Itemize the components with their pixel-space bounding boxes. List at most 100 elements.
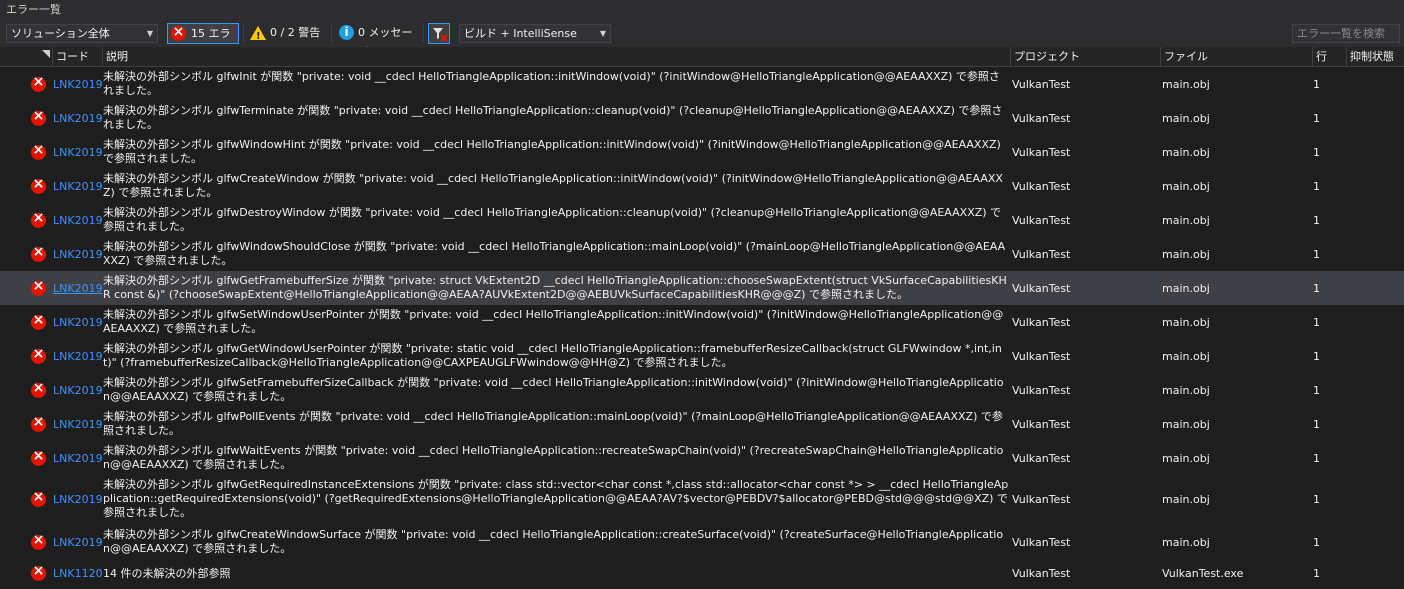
error-code-link[interactable]: LNK2019 — [53, 536, 103, 550]
error-code-link[interactable]: LNK2019 — [53, 350, 103, 364]
error-icon — [31, 532, 46, 550]
error-line: 1 — [1313, 112, 1320, 125]
table-row[interactable]: LNK2019未解決の外部シンボル glfwWaitEvents が関数 "pr… — [0, 441, 1404, 475]
column-header-project[interactable]: プロジェクト — [1010, 47, 1080, 66]
table-row[interactable]: LNK2019未解決の外部シンボル glfwSetFramebufferSize… — [0, 373, 1404, 407]
table-row[interactable]: LNK2019未解決の外部シンボル glfwWindowHint が関数 "pr… — [0, 135, 1404, 169]
error-icon — [31, 278, 46, 296]
error-project: VulkanTest — [1012, 146, 1071, 159]
column-header-suppression[interactable]: 抑制状態 — [1346, 47, 1394, 66]
column-header-description[interactable]: 説明 — [102, 47, 128, 66]
error-project: VulkanTest — [1012, 112, 1071, 125]
build-filter-dropdown[interactable]: ビルド + IntelliSense ▼ — [459, 24, 611, 43]
error-line: 1 — [1313, 536, 1320, 549]
error-file: main.obj — [1162, 282, 1210, 295]
table-row[interactable]: LNK2019未解決の外部シンボル glfwTerminate が関数 "pri… — [0, 101, 1404, 135]
error-line: 1 — [1313, 214, 1320, 227]
scope-dropdown[interactable]: ソリューション全体 ▼ — [6, 24, 158, 43]
error-file: main.obj — [1162, 316, 1210, 329]
error-description: 14 件の未解決の外部参照 — [103, 567, 231, 580]
error-icon — [31, 346, 46, 364]
error-code-link[interactable]: LNK2019 — [53, 112, 103, 126]
error-description: 未解決の外部シンボル glfwSetFramebufferSizeCallbac… — [103, 376, 1004, 403]
error-description: 未解決の外部シンボル glfwPollEvents が関数 "private: … — [103, 410, 1003, 437]
error-code-link[interactable]: LNK2019 — [53, 248, 103, 262]
error-code-link[interactable]: LNK1120 — [53, 567, 103, 581]
error-description: 未解決の外部シンボル glfwWindowShouldClose が関数 "pr… — [103, 240, 1006, 267]
table-row[interactable]: LNK2019未解決の外部シンボル glfwInit が関数 "private:… — [0, 67, 1404, 101]
error-code-link[interactable]: LNK2019 — [53, 146, 103, 160]
error-code-link[interactable]: LNK2019 — [53, 78, 103, 92]
error-line: 1 — [1313, 452, 1320, 465]
info-icon — [339, 23, 354, 42]
error-line: 1 — [1313, 78, 1320, 91]
chevron-down-icon: ▼ — [599, 29, 606, 38]
error-code-link[interactable]: LNK2019 — [53, 282, 103, 296]
filter-toggle-button[interactable] — [428, 23, 450, 44]
error-description: 未解決の外部シンボル glfwGetRequiredInstanceExtens… — [103, 478, 1009, 519]
error-icon — [31, 210, 46, 228]
column-header-file[interactable]: ファイル — [1160, 47, 1208, 66]
column-header-code[interactable]: コード — [52, 47, 89, 66]
error-icon — [31, 142, 46, 160]
table-row[interactable]: LNK2019未解決の外部シンボル glfwDestroyWindow が関数 … — [0, 203, 1404, 237]
toolbar-divider — [423, 25, 424, 42]
table-row[interactable]: LNK2019未解決の外部シンボル glfwCreateWindow が関数 "… — [0, 169, 1404, 203]
error-description: 未解決の外部シンボル glfwInit が関数 "private: void _… — [103, 70, 1000, 97]
column-header-line[interactable]: 行 — [1312, 47, 1327, 66]
warnings-filter-label: 0 / 2 警告 — [270, 26, 321, 39]
error-project: VulkanTest — [1012, 248, 1071, 261]
error-code-link[interactable]: LNK2019 — [53, 316, 103, 330]
error-file: main.obj — [1162, 214, 1210, 227]
error-code-link[interactable]: LNK2019 — [53, 452, 103, 466]
error-code-link[interactable]: LNK2019 — [53, 214, 103, 228]
error-code-link[interactable]: LNK2019 — [53, 418, 103, 432]
error-icon — [31, 414, 46, 432]
error-icon — [31, 489, 46, 507]
error-icon — [171, 23, 186, 42]
search-input[interactable]: エラー一覧を検索 — [1292, 24, 1400, 43]
error-list-rows: LNK2019未解決の外部シンボル glfwInit が関数 "private:… — [0, 67, 1404, 589]
error-file: main.obj — [1162, 248, 1210, 261]
table-row[interactable]: LNK2019未解決の外部シンボル glfwSetWindowUserPoint… — [0, 305, 1404, 339]
error-line: 1 — [1313, 316, 1320, 329]
scope-dropdown-value: ソリューション全体 — [11, 27, 110, 40]
error-project: VulkanTest — [1012, 180, 1071, 193]
filter-icon — [433, 28, 448, 42]
table-row[interactable]: LNK2019未解決の外部シンボル glfwCreateWindowSurfac… — [0, 525, 1404, 559]
error-project: VulkanTest — [1012, 384, 1071, 397]
error-code-link[interactable]: LNK2019 — [53, 384, 103, 398]
error-file: main.obj — [1162, 146, 1210, 159]
table-row[interactable]: LNK2019未解決の外部シンボル glfwGetWindowUserPoint… — [0, 339, 1404, 373]
sort-icon[interactable] — [38, 47, 52, 66]
error-description: 未解決の外部シンボル glfwWaitEvents が関数 "private: … — [103, 444, 1004, 471]
table-row[interactable]: LNK2019未解決の外部シンボル glfwPollEvents が関数 "pr… — [0, 407, 1404, 441]
error-code-link[interactable]: LNK2019 — [53, 180, 103, 194]
error-file: main.obj — [1162, 350, 1210, 363]
error-icon — [31, 244, 46, 262]
error-file: main.obj — [1162, 384, 1210, 397]
error-description: 未解決の外部シンボル glfwCreateWindowSurface が関数 "… — [103, 528, 1004, 555]
table-row[interactable]: LNK112014 件の未解決の外部参照 VulkanTest VulkanTest… — [0, 559, 1404, 589]
error-icon — [31, 448, 46, 466]
warnings-filter-button[interactable]: 0 / 2 警告 — [248, 23, 328, 46]
table-row[interactable]: LNK2019未解決の外部シンボル glfwGetRequiredInstanc… — [0, 475, 1404, 525]
warning-icon — [250, 26, 266, 46]
table-row[interactable]: LNK2019未解決の外部シンボル glfwGetFramebufferSize… — [0, 271, 1404, 305]
table-row[interactable]: LNK2019未解決の外部シンボル glfwWindowShouldClose … — [0, 237, 1404, 271]
error-icon — [31, 312, 46, 330]
error-line: 1 — [1313, 350, 1320, 363]
error-code-link[interactable]: LNK2019 — [53, 493, 103, 507]
error-project: VulkanTest — [1012, 452, 1071, 465]
error-icon — [31, 108, 46, 126]
build-filter-value: ビルド + IntelliSense — [464, 27, 577, 40]
error-file: main.obj — [1162, 112, 1210, 125]
error-icon — [31, 176, 46, 194]
error-project: VulkanTest — [1012, 350, 1071, 363]
messages-filter-button[interactable]: 0 メッセージ — [337, 23, 419, 58]
error-description: 未解決の外部シンボル glfwSetWindowUserPointer が関数 … — [103, 308, 1004, 335]
error-description: 未解決の外部シンボル glfwGetWindowUserPointer が関数 … — [103, 342, 1002, 369]
error-list-toolbar: ソリューション全体 ▼ 15 エラー 0 / 2 警告 0 メッセージ ビルド … — [0, 20, 1404, 59]
errors-filter-button[interactable]: 15 エラー — [167, 23, 239, 59]
error-line: 1 — [1313, 567, 1320, 580]
